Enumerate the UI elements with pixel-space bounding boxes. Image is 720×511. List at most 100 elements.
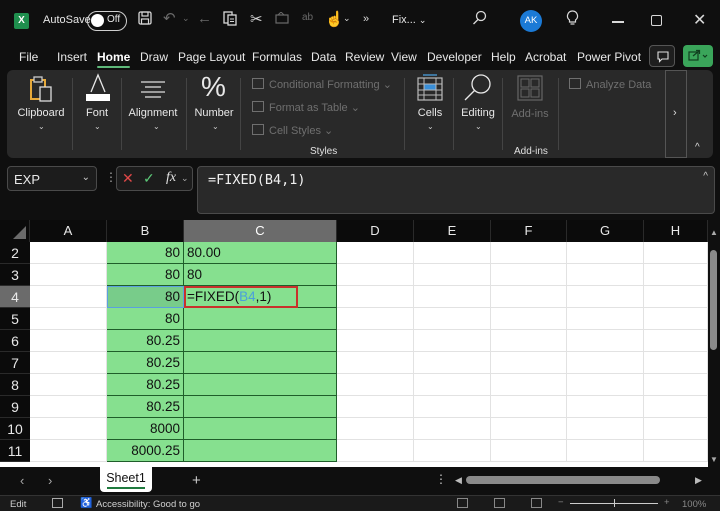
cell-b5[interactable]: 80 [107,308,184,330]
select-all-button[interactable] [0,220,30,242]
macro-recording-icon[interactable] [52,498,63,508]
back-arrow-icon[interactable]: ← [197,10,212,27]
tab-help[interactable]: Help [491,50,516,64]
cell-a5[interactable] [30,308,107,330]
file-name[interactable]: Fix... ⌄ [392,14,426,26]
conditional-formatting-button[interactable]: Conditional Formatting ⌄ [252,78,392,91]
cell-d10[interactable] [337,418,414,440]
cell-e11[interactable] [414,440,491,462]
vertical-scroll-thumb[interactable] [710,250,717,350]
name-box[interactable]: EXP ⌄ [7,166,97,191]
cell-e7[interactable] [414,352,491,374]
cell-d4[interactable] [337,286,414,308]
cell-f9[interactable] [491,396,567,418]
cell-c3[interactable]: 80 [184,264,337,286]
addins-icon[interactable] [517,75,543,106]
vertical-scrollbar[interactable]: ▲ ▼ [708,220,720,467]
cell-g7[interactable] [567,352,644,374]
cell-g9[interactable] [567,396,644,418]
page-layout-view-icon[interactable] [494,498,505,508]
cell-b6[interactable]: 80.25 [107,330,184,352]
cell-h7[interactable] [644,352,708,374]
sheet-tab-sheet1[interactable]: Sheet1 [100,467,152,492]
analyze-data-button[interactable]: Analyze Data [569,78,651,91]
alignment-icon[interactable] [140,80,166,105]
cell-e5[interactable] [414,308,491,330]
cancel-icon[interactable]: ✕ [122,170,134,187]
close-button[interactable]: ✕ [693,10,706,30]
scroll-right-icon[interactable]: ▶ [695,475,702,486]
cell-g10[interactable] [567,418,644,440]
cell-h9[interactable] [644,396,708,418]
column-header-e[interactable]: E [414,220,491,242]
font-icon[interactable] [83,72,113,107]
font-button[interactable]: Font [79,107,115,119]
cell-e10[interactable] [414,418,491,440]
search-icon[interactable] [472,10,487,29]
prev-sheet-icon[interactable]: ‹ [20,473,24,488]
cell-e2[interactable] [414,242,491,264]
cell-h8[interactable] [644,374,708,396]
cell-f4[interactable] [491,286,567,308]
cell-e6[interactable] [414,330,491,352]
cell-h5[interactable] [644,308,708,330]
undo-dropdown-icon[interactable]: ⌄ [182,13,190,24]
cell-a4[interactable] [30,286,107,308]
column-header-h[interactable]: H [644,220,708,242]
cell-b8[interactable]: 80.25 [107,374,184,396]
save-icon[interactable] [138,11,152,29]
cell-c11[interactable] [184,440,337,462]
autosave-toggle[interactable]: Off [87,11,127,31]
tab-review[interactable]: Review [345,50,384,64]
cell-h2[interactable] [644,242,708,264]
cell-e3[interactable] [414,264,491,286]
scroll-up-icon[interactable]: ▲ [710,228,718,237]
font-chevron-icon[interactable]: ⌄ [94,122,101,131]
tab-developer[interactable]: Developer [427,50,482,64]
cell-h3[interactable] [644,264,708,286]
clipboard-chevron-icon[interactable]: ⌄ [38,122,45,131]
customize-qat-icon[interactable]: ⌄ [343,13,351,24]
percent-icon[interactable]: % [201,71,226,103]
format-as-table-button[interactable]: Format as Table ⌄ [252,101,360,114]
cell-h6[interactable] [644,330,708,352]
cell-d11[interactable] [337,440,414,462]
cell-c2[interactable]: 80.00 [184,242,337,264]
scroll-left-icon[interactable]: ◀ [455,475,462,486]
cell-f11[interactable] [491,440,567,462]
zoom-in-button[interactable]: + [664,497,670,508]
cut-icon[interactable]: ✂ [250,10,263,28]
number-button[interactable]: Number [193,107,235,119]
scroll-down-icon[interactable]: ▼ [710,455,718,464]
cells-button[interactable]: Cells [412,107,448,119]
cell-b10[interactable]: 8000 [107,418,184,440]
normal-view-icon[interactable] [457,498,468,508]
column-header-f[interactable]: F [491,220,567,242]
cell-f6[interactable] [491,330,567,352]
zoom-slider-handle[interactable] [614,499,615,507]
enter-icon[interactable]: ✓ [143,170,155,187]
cell-f3[interactable] [491,264,567,286]
overflow-icon[interactable]: » [363,13,369,25]
lightbulb-icon[interactable] [566,10,579,30]
minimize-button[interactable] [612,21,624,23]
cell-a7[interactable] [30,352,107,374]
row-header-10[interactable]: 10 [0,418,30,440]
row-header-9[interactable]: 9 [0,396,30,418]
addins-button[interactable]: Add-ins [508,108,552,120]
maximize-button[interactable] [651,15,662,26]
clipboard-button[interactable]: Clipboard [17,107,65,119]
zoom-out-button[interactable]: − [558,497,564,508]
ribbon-scroll-right-button[interactable]: › [665,70,687,158]
tab-file[interactable]: File [19,50,38,64]
cell-b7[interactable]: 80.25 [107,352,184,374]
next-sheet-icon[interactable]: › [48,473,52,488]
tab-data[interactable]: Data [311,50,336,64]
cell-e4[interactable] [414,286,491,308]
cell-d3[interactable] [337,264,414,286]
horizontal-scroll-thumb[interactable] [466,476,660,484]
alignment-button[interactable]: Alignment [127,107,179,119]
cell-b11[interactable]: 8000.25 [107,440,184,462]
cell-c8[interactable] [184,374,337,396]
row-header-6[interactable]: 6 [0,330,30,352]
